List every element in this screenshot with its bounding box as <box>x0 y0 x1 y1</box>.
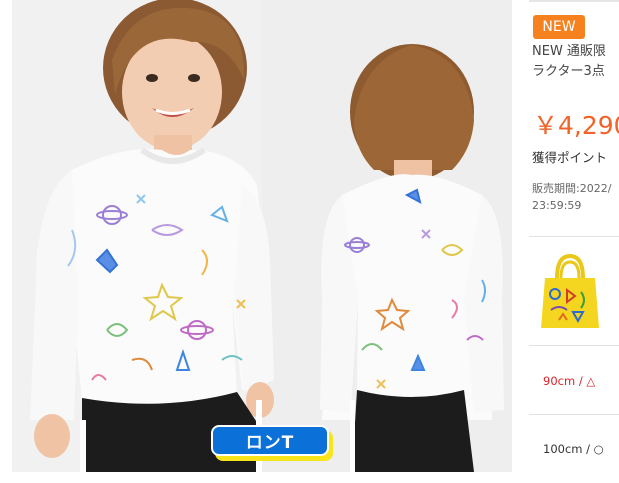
bag-thumbnail[interactable] <box>539 250 601 332</box>
sale-period-line-2: 23:59:59 <box>532 199 582 212</box>
product-info-panel: NEW NEW 通販限 ラクター3点 ￥4,290 獲得ポイント 販売期間:20… <box>529 0 619 483</box>
category-badge: ロンT <box>211 425 333 461</box>
sale-period: 販売期間:2022/ 23:59:59 <box>532 180 611 214</box>
product-price: ￥4,290 <box>533 111 619 140</box>
sale-period-line-1: 販売期間:2022/ <box>532 182 612 195</box>
product-image[interactable]: ロンT <box>12 0 512 472</box>
size-option-90[interactable]: 90cm / △ <box>543 374 595 388</box>
new-tag: NEW <box>533 15 585 39</box>
product-title[interactable]: NEW 通販限 ラクター3点 <box>532 42 619 82</box>
divider <box>529 414 619 415</box>
points-label: 獲得ポイント <box>532 150 608 165</box>
product-photo-illustration <box>12 0 512 472</box>
category-badge-label: ロンT <box>211 425 329 456</box>
size-option-100[interactable]: 100cm / ○ <box>543 442 604 456</box>
tote-bag-icon <box>541 253 599 328</box>
divider <box>529 236 619 237</box>
product-title-line-2: ラクター3点 <box>532 64 605 79</box>
product-title-line-1: NEW 通販限 <box>532 44 606 59</box>
top-divider <box>529 0 619 2</box>
divider <box>529 345 619 346</box>
